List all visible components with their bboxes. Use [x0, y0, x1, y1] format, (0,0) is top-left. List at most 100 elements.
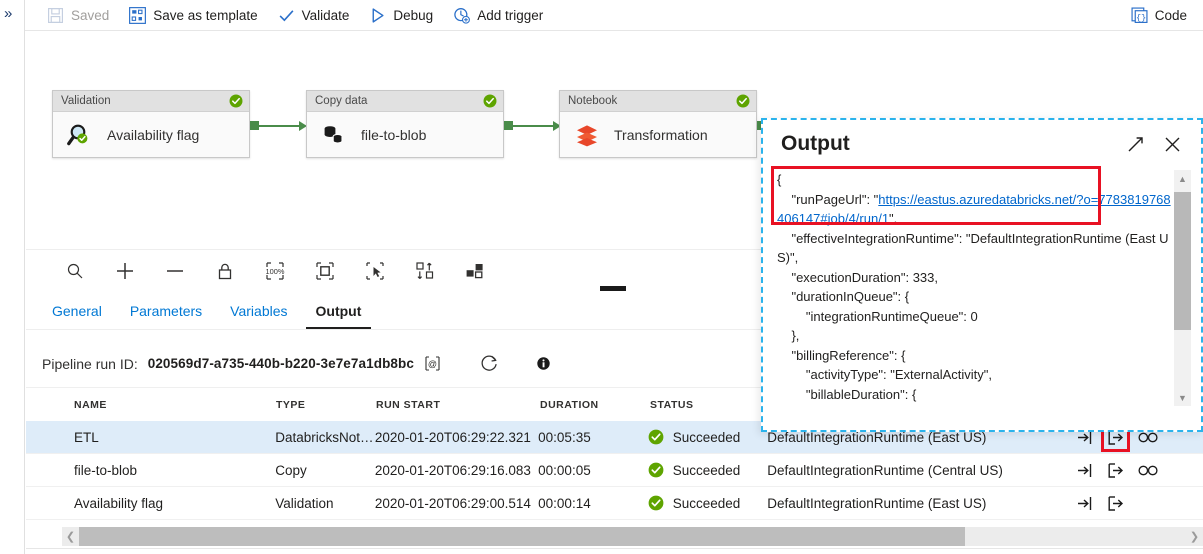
table-row[interactable]: file-to-blob Copy 2020-01-20T06:29:16.08…	[26, 454, 1203, 487]
cell-type: Copy	[275, 462, 307, 478]
tab-general[interactable]: General	[42, 303, 112, 329]
scroll-up-icon[interactable]: ▲	[1174, 170, 1191, 187]
input-icon[interactable]	[1076, 495, 1093, 512]
output-vertical-scrollbar[interactable]: ▲ ▼	[1174, 170, 1191, 406]
status-label: Succeeded	[672, 495, 741, 511]
json-after-link: ", "effectiveIntegrationRuntime": "Defau…	[777, 211, 1169, 402]
code-label: Code	[1154, 7, 1187, 23]
activity-body: file-to-blob	[307, 112, 503, 158]
svg-text:@: @	[428, 359, 437, 369]
activity-header: Notebook	[560, 91, 756, 112]
details-icon[interactable]	[1138, 464, 1159, 477]
check-icon	[279, 9, 294, 21]
column-header-status: STATUS	[650, 399, 694, 411]
activity-name-label: Availability flag	[107, 127, 200, 143]
cell-run-start: 2020-01-20T06:29:00.514	[374, 495, 531, 511]
fit-to-screen-icon[interactable]	[314, 260, 336, 282]
template-icon	[129, 6, 147, 24]
activity-node-validation[interactable]: Validation Availability flag	[52, 90, 250, 158]
zoom-to-fit-icon[interactable]	[64, 260, 86, 282]
activity-header: Copy data	[307, 91, 503, 112]
pipeline-run-id-label: Pipeline run ID:	[42, 355, 138, 372]
copy-id-icon[interactable]: @	[424, 355, 441, 372]
activity-body: Availability flag	[53, 112, 249, 158]
table-horizontal-scrollbar[interactable]: ❮ ❯	[62, 527, 1203, 546]
activity-node-copy-data[interactable]: Copy data file-to-blob	[306, 90, 504, 158]
add-trigger-button[interactable]: Add trigger	[443, 0, 553, 31]
zoom-in-icon[interactable]	[114, 260, 136, 282]
status-success-icon	[648, 429, 664, 445]
activity-type-label: Validation	[61, 95, 111, 107]
pipeline-run-id-value: 020569d7-a735-440b-b220-3e7e7a1db8bc	[147, 356, 414, 371]
tab-parameters[interactable]: Parameters	[120, 303, 212, 329]
refresh-icon[interactable]	[479, 353, 500, 374]
activity-body: Transformation	[560, 112, 756, 158]
top-toolbar: Saved Save as template Validate Debug Ad…	[25, 0, 1203, 31]
output-json-content: { "runPageUrl": "https://eastus.azuredat…	[777, 170, 1173, 406]
scroll-down-icon[interactable]: ▼	[1174, 389, 1191, 406]
cell-status: Succeeded	[648, 462, 768, 478]
save-button[interactable]: Saved	[37, 0, 119, 31]
cell-status: Succeeded	[648, 495, 768, 511]
activity-header: Validation	[53, 91, 249, 112]
output-icon[interactable]	[1107, 495, 1124, 512]
auto-align-icon[interactable]	[414, 260, 436, 282]
save-label: Saved	[71, 7, 110, 23]
save-icon	[48, 7, 63, 23]
save-as-template-button[interactable]: Save as template	[119, 0, 267, 31]
cell-integration-runtime: DefaultIntegrationRuntime (East US)	[767, 495, 987, 511]
code-button[interactable]: {} Code	[1121, 0, 1197, 31]
cell-status: Succeeded	[648, 429, 768, 445]
status-label: Succeeded	[672, 462, 741, 478]
scrollbar-thumb-vertical[interactable]	[1174, 192, 1191, 330]
lock-icon[interactable]	[214, 260, 236, 282]
code-braces-icon: {}	[1131, 6, 1148, 23]
trigger-icon	[454, 7, 471, 24]
cell-run-start: 2020-01-20T06:29:16.083	[374, 462, 531, 478]
input-icon[interactable]	[1076, 462, 1093, 479]
databricks-icon	[577, 125, 597, 147]
close-icon[interactable]	[1162, 134, 1183, 155]
table-row[interactable]: Availability flag Validation 2020-01-20T…	[26, 487, 1203, 520]
tab-output[interactable]: Output	[305, 303, 372, 329]
toolbar-right-group: {} Code	[1121, 0, 1203, 31]
cell-name: ETL	[74, 429, 99, 445]
success-badge-icon	[483, 94, 497, 108]
expand-diagonal-icon[interactable]	[1125, 134, 1146, 155]
column-header-name: NAME	[74, 399, 107, 411]
layout-icon[interactable]	[464, 260, 486, 282]
scrollbar-thumb-horizontal[interactable]	[79, 527, 965, 546]
left-rail: »	[0, 0, 25, 554]
add-trigger-label: Add trigger	[477, 7, 544, 23]
magnifier-check-icon	[67, 124, 88, 146]
cell-run-start: 2020-01-20T06:29:22.321	[374, 429, 531, 445]
activity-type-label: Copy data	[315, 95, 368, 107]
connector-line	[513, 124, 555, 127]
tab-variables[interactable]: Variables	[220, 303, 297, 329]
output-icon[interactable]	[1107, 462, 1124, 479]
cell-type: DatabricksNot…	[275, 429, 374, 445]
zoom-100-icon[interactable]: 100%	[264, 260, 286, 282]
save-as-template-label: Save as template	[153, 7, 258, 23]
select-icon[interactable]	[364, 260, 386, 282]
info-icon[interactable]	[536, 356, 551, 371]
zoom-out-icon[interactable]	[164, 260, 186, 282]
validate-button[interactable]: Validate	[268, 0, 360, 31]
success-badge-icon	[736, 94, 750, 108]
connector-port[interactable]	[250, 121, 259, 130]
column-header-type: TYPE	[276, 399, 306, 411]
cell-name: file-to-blob	[74, 462, 138, 478]
details-icon[interactable]	[1138, 431, 1159, 444]
expand-sidebar-icon[interactable]: »	[4, 6, 12, 21]
output-json-viewer[interactable]: { "runPageUrl": "https://eastus.azuredat…	[771, 166, 1191, 406]
connector-port[interactable]	[504, 121, 513, 130]
debug-button[interactable]: Debug	[359, 0, 443, 31]
cell-type: Validation	[275, 495, 334, 511]
scroll-right-icon[interactable]: ❯	[1186, 527, 1203, 546]
scroll-left-icon[interactable]: ❮	[62, 527, 79, 546]
connector-line	[259, 124, 301, 127]
debug-label: Debug	[393, 7, 434, 23]
cell-name: Availability flag	[74, 495, 164, 511]
activity-node-notebook[interactable]: Notebook Transformation	[559, 90, 757, 158]
panel-resize-handle[interactable]	[600, 286, 626, 291]
